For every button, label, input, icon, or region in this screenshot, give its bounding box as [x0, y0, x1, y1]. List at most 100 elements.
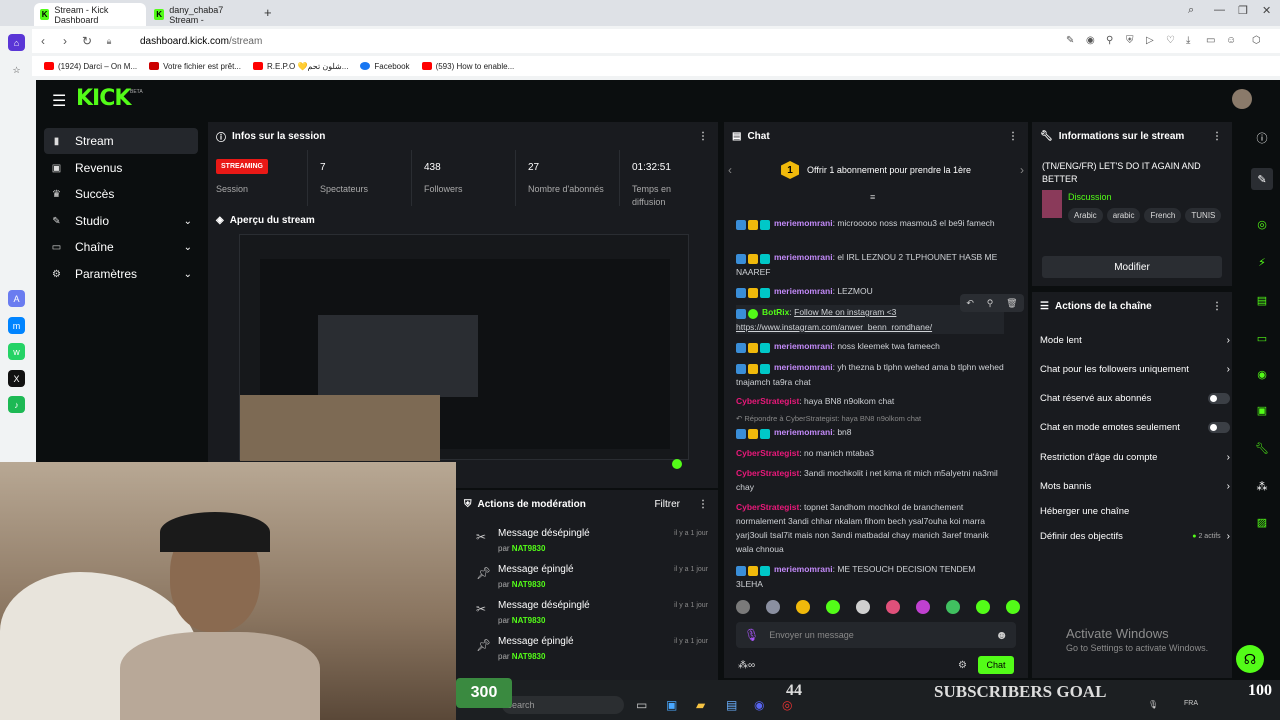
pin-icon[interactable]: ☆	[8, 62, 25, 79]
chevron-right-icon[interactable]: ›	[1020, 163, 1024, 177]
reply-icon[interactable]: ↶	[966, 298, 974, 309]
menu-icon[interactable]: ☰	[52, 91, 66, 111]
camera-icon[interactable]: ◉	[1086, 35, 1095, 46]
action-slow-mode[interactable]: Mode lent ›	[1040, 330, 1230, 350]
tab-kick-dashboard[interactable]: K Stream - Kick Dashboard	[34, 3, 146, 26]
chat-username[interactable]: BotRix	[762, 307, 789, 317]
kick-gifts-icon[interactable]: ⁂	[1254, 478, 1270, 494]
kick-logo[interactable]: KICK	[76, 86, 131, 111]
tag[interactable]: arabic	[1106, 208, 1141, 223]
info-icon[interactable]: ⓘ	[1254, 130, 1270, 146]
chat-username[interactable]: CyberStrategist	[736, 502, 799, 512]
edit-icon[interactable]: ✎	[1251, 168, 1273, 190]
emote-icon[interactable]	[856, 600, 870, 614]
chat-username[interactable]: meriemomrani	[774, 286, 833, 296]
toggle-switch[interactable]	[1208, 421, 1230, 433]
emote-icon[interactable]	[886, 600, 900, 614]
stream-preview[interactable]	[239, 234, 689, 469]
support-icon[interactable]: ☊	[1236, 645, 1264, 673]
sidebar-item-parametres[interactable]: ⚙ Paramètres ⌄	[44, 261, 198, 287]
workspace-icon[interactable]: ⌂	[8, 34, 25, 51]
forward-icon[interactable]: ›	[54, 34, 76, 48]
emote-icon[interactable]	[826, 600, 840, 614]
heart-icon[interactable]: ♡	[1166, 35, 1175, 46]
x-icon[interactable]: X	[8, 370, 25, 387]
messenger-icon[interactable]: m	[8, 317, 25, 334]
action-goals[interactable]: Définir des objectifs ● 2 actifs ›	[1040, 526, 1230, 546]
chat-username[interactable]: CyberStrategist	[736, 448, 799, 458]
image-icon[interactable]: ▨	[1254, 514, 1270, 530]
bookmark-item[interactable]: Votre fichier est prêt...	[149, 62, 241, 71]
chat-username[interactable]: meriemomrani	[774, 427, 833, 437]
tab-stream[interactable]: K dany_chaba7 Stream -	[148, 3, 260, 26]
clipboard-icon[interactable]: ▤	[1254, 292, 1270, 308]
delete-icon[interactable]: 🗑︎	[1006, 298, 1017, 309]
aria-icon[interactable]: A	[8, 290, 25, 307]
microphone-icon[interactable]: 🎙︎	[744, 628, 759, 642]
toggle-switch[interactable]	[1208, 392, 1230, 404]
broadcast-icon[interactable]: ◉	[1254, 366, 1270, 382]
wrench-icon[interactable]: 🔧︎	[1254, 440, 1270, 456]
pinned-banner[interactable]: ‹ 1 Offrir 1 abonnement pour prendre la …	[724, 150, 1028, 190]
emote-icon[interactable]	[796, 600, 810, 614]
chat-input[interactable]: 🎙︎ Envoyer un message ☻	[736, 622, 1016, 648]
new-tab-icon[interactable]: +	[264, 5, 272, 20]
more-icon[interactable]: ⋮	[1212, 131, 1222, 142]
chat-username[interactable]: meriemomrani	[774, 341, 833, 351]
chat-username[interactable]: CyberStrategist	[736, 396, 799, 406]
chat-username[interactable]: meriemomrani	[774, 564, 833, 574]
tag[interactable]: French	[1144, 208, 1182, 223]
modify-button[interactable]: Modifier	[1042, 256, 1222, 278]
chat-username[interactable]: CyberStrategist	[736, 468, 799, 478]
url-field[interactable]: dashboard.kick.com/stream	[140, 36, 262, 47]
whatsapp-icon[interactable]: w	[8, 343, 25, 360]
chat-username[interactable]: meriemomrani	[774, 218, 833, 228]
download-icon[interactable]: ⤓	[1186, 35, 1190, 46]
chat-username[interactable]: meriemomrani	[774, 252, 833, 262]
sidebar-item-chaine[interactable]: ▭ Chaîne ⌄	[44, 234, 198, 260]
tag[interactable]: TUNIS	[1185, 208, 1222, 223]
wallet-icon[interactable]: ▭	[1206, 35, 1215, 46]
more-icon[interactable]: ⋮	[1212, 301, 1222, 312]
cube-icon[interactable]: ⬡	[1252, 35, 1261, 46]
edit-icon[interactable]: ✎	[1066, 35, 1074, 46]
maximize-icon[interactable]: ❐	[1238, 4, 1248, 17]
filter-button[interactable]: Filtrer	[654, 499, 680, 510]
action-age-restriction[interactable]: Restriction d'âge du compte ›	[1040, 447, 1230, 467]
settings-icon[interactable]: ⚙	[958, 660, 967, 671]
sidebar-item-stream[interactable]: ▮ Stream	[44, 128, 198, 154]
sidebar-item-studio[interactable]: ✎ Studio ⌄	[44, 208, 198, 234]
emote-icon[interactable]	[736, 600, 750, 614]
action-banned-words[interactable]: Mots bannis ›	[1040, 476, 1230, 496]
emote-icon[interactable]	[766, 600, 780, 614]
emote-icon[interactable]	[976, 600, 990, 614]
spotify-icon[interactable]: ♪	[8, 396, 25, 413]
bookmark-item[interactable]: Facebook	[360, 62, 410, 71]
collapse-icon[interactable]: ≡	[870, 192, 875, 202]
tag[interactable]: Arabic	[1068, 208, 1103, 223]
action-host-channel[interactable]: Héberger une chaîne	[1040, 501, 1230, 521]
more-icon[interactable]: ⋮	[698, 499, 708, 510]
search-tabs-icon[interactable]: ⌕	[1188, 4, 1194, 17]
bookmark-item[interactable]: R.E.P.O 💛شلون تحم...	[252, 62, 348, 71]
emote-icon[interactable]	[946, 600, 960, 614]
category-link[interactable]: Discussion	[1068, 192, 1112, 202]
emote-icon[interactable]	[916, 600, 930, 614]
tv-icon[interactable]: ▣	[1254, 402, 1270, 418]
user-icon[interactable]: ☺	[1226, 35, 1236, 46]
chevron-left-icon[interactable]: ‹	[728, 163, 732, 177]
shield-icon[interactable]: ⛨	[1126, 35, 1134, 46]
sidebar-item-succes[interactable]: ♛ Succès	[44, 181, 198, 207]
lightning-icon[interactable]: ⚡︎	[1254, 254, 1270, 270]
more-icon[interactable]: ⋮	[1008, 131, 1018, 142]
send-chat-button[interactable]: Chat	[978, 656, 1014, 674]
action-followers-only[interactable]: Chat pour les followers uniquement ›	[1040, 359, 1230, 379]
avatar[interactable]	[1232, 89, 1252, 109]
bookmark-item[interactable]: (593) How to enable...	[421, 62, 514, 71]
kick-gifts-icon[interactable]: ⁂∞	[738, 660, 755, 671]
pin-icon[interactable]: ⚲	[987, 298, 994, 309]
back-icon[interactable]: ‹	[32, 34, 54, 48]
bookmark-item[interactable]: (1924) Darci – On M...	[44, 62, 137, 71]
emote-icon[interactable]	[1006, 600, 1020, 614]
chat-username[interactable]: meriemomrani	[774, 362, 833, 372]
